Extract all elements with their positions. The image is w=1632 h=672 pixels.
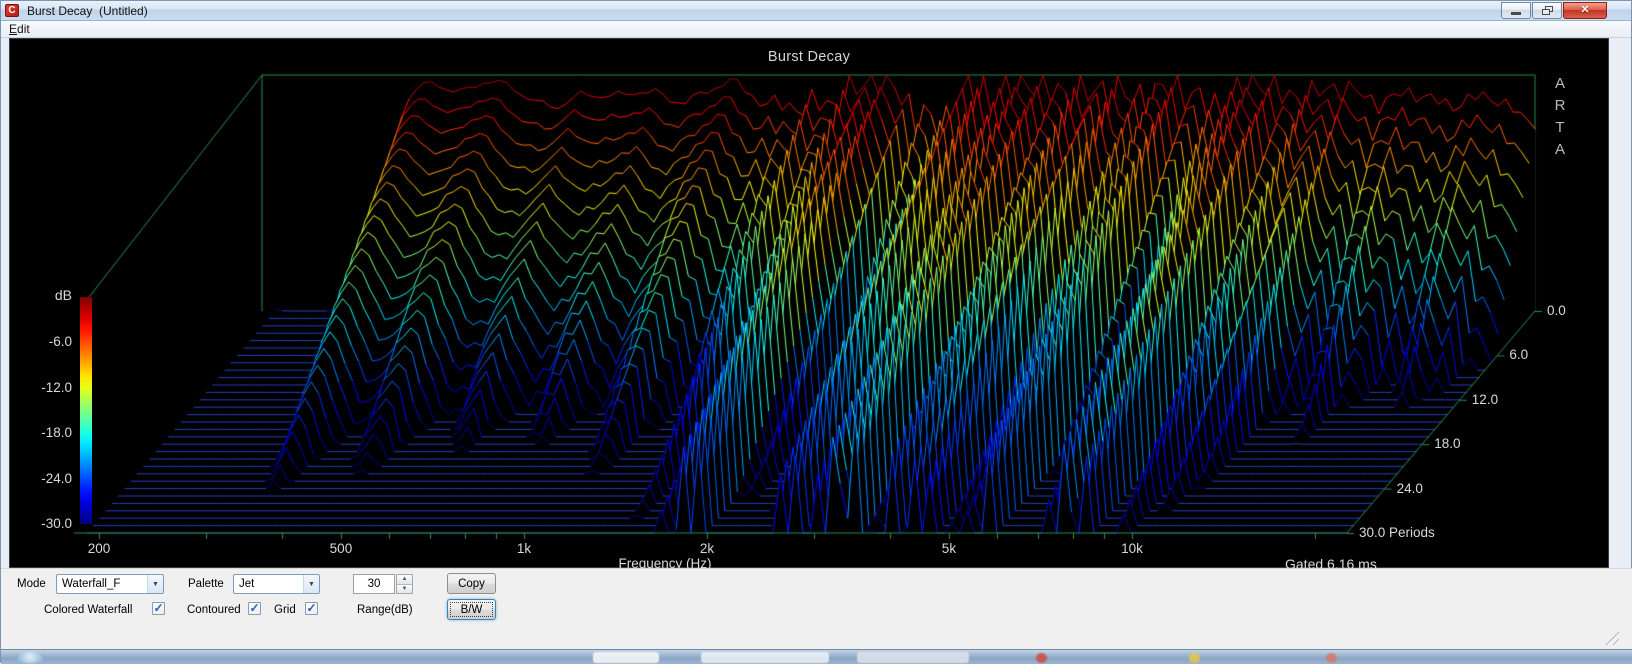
range-db-label: Range(dB) <box>357 604 413 616</box>
chevron-down-icon[interactable]: ▼ <box>303 575 319 593</box>
start-orb <box>15 652 45 663</box>
close-icon: ✕ <box>1580 5 1589 16</box>
minimize-icon <box>1511 12 1521 15</box>
contoured-label: Contoured <box>187 604 241 616</box>
bw-button[interactable]: B/W <box>447 599 496 620</box>
taskbar-item <box>701 652 829 663</box>
mode-select[interactable]: Waterfall_F ▼ <box>56 574 164 594</box>
taskbar-dot <box>1326 653 1337 663</box>
mode-value: Waterfall_F <box>57 578 147 590</box>
taskbar-strip <box>1 649 1632 664</box>
plot-panel: Burst Decay ARTA dB Frequency (Hz) Gated… <box>9 38 1609 568</box>
resize-grip[interactable] <box>1602 630 1619 645</box>
control-bar: Mode Waterfall_F ▼ Palette Jet ▼ 30 ▲ ▼ … <box>1 568 1632 649</box>
palette-value: Jet <box>234 578 303 590</box>
restore-icon <box>1542 6 1553 15</box>
title-bar[interactable]: C Burst Decay (Untitled) ✕ <box>1 1 1631 21</box>
grid-checkbox[interactable]: ✓ <box>305 602 318 615</box>
range-input[interactable]: 30 <box>353 574 395 594</box>
colored-waterfall-checkbox[interactable]: ✓ <box>152 602 165 615</box>
palette-label: Palette <box>188 578 224 590</box>
mode-label: Mode <box>17 578 46 590</box>
taskbar-dot <box>1189 653 1200 663</box>
colored-waterfall-label: Colored Waterfall <box>44 604 132 616</box>
close-button[interactable]: ✕ <box>1563 2 1607 19</box>
chevron-down-icon[interactable]: ▼ <box>147 575 163 593</box>
palette-select[interactable]: Jet ▼ <box>233 574 320 594</box>
range-stepper[interactable]: ▲ ▼ <box>396 574 413 594</box>
spin-down-icon[interactable]: ▼ <box>397 585 412 594</box>
copy-button[interactable]: Copy <box>447 573 496 594</box>
menu-bar: Edit <box>1 21 1631 38</box>
menu-item-edit[interactable]: Edit <box>1 22 38 36</box>
window-title: Burst Decay (Untitled) <box>27 4 148 18</box>
waterfall-canvas <box>10 39 1610 569</box>
spin-up-icon[interactable]: ▲ <box>397 575 412 585</box>
app-icon: C <box>5 4 19 17</box>
contoured-checkbox[interactable]: ✓ <box>248 602 261 615</box>
grid-label: Grid <box>274 604 296 616</box>
taskbar-item <box>593 652 659 663</box>
minimize-button[interactable] <box>1501 2 1531 19</box>
app-window: C Burst Decay (Untitled) ✕ Edit Burst De… <box>0 0 1632 663</box>
taskbar-item <box>857 652 969 663</box>
taskbar-dot <box>1036 653 1047 663</box>
restore-button[interactable] <box>1532 2 1562 19</box>
